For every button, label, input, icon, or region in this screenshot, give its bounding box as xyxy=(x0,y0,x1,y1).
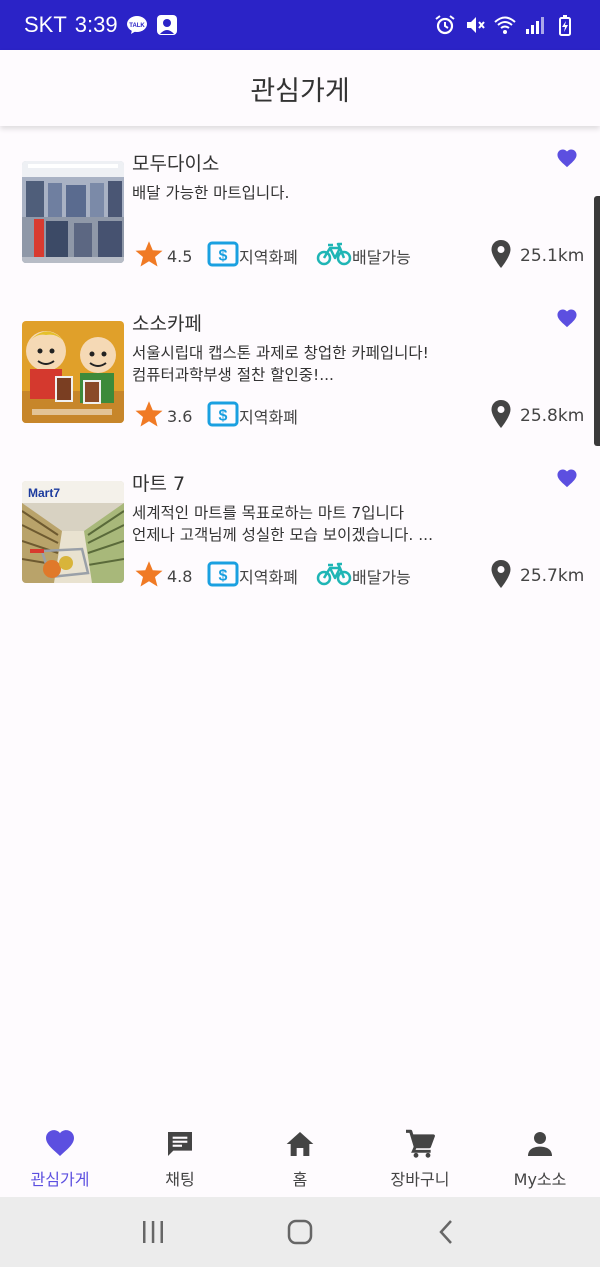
location-pin-icon xyxy=(490,239,512,273)
delivery-badge: 배달가능 xyxy=(316,239,411,273)
nav-home[interactable]: 홈 xyxy=(240,1120,360,1197)
store-description: 세계적인 마트를 목표로하는 마트 7입니다 언제나 고객님께 성실한 모습 보… xyxy=(132,504,434,544)
kakaotalk-icon: TALK xyxy=(126,14,148,36)
currency-icon: $ xyxy=(207,561,239,591)
home-button-icon[interactable] xyxy=(280,1212,320,1252)
store-name[interactable]: 소소카페 xyxy=(132,309,202,336)
local-currency-label: 지역화폐 xyxy=(239,408,298,427)
rating: 4.5 xyxy=(134,239,192,273)
location-pin-icon xyxy=(490,559,512,593)
star-icon xyxy=(134,559,164,593)
heart-icon xyxy=(44,1128,76,1160)
local-currency-badge: $ 지역화폐 xyxy=(207,239,298,273)
battery-icon xyxy=(554,14,576,36)
rating-value: 4.5 xyxy=(167,246,193,266)
distance: 25.8km xyxy=(490,399,584,433)
star-icon xyxy=(134,239,164,273)
clock: 3:39 xyxy=(74,12,118,37)
nav-favorites[interactable]: 관심가게 xyxy=(0,1120,120,1197)
favorite-store-list: 모두다이소 배달 가능한 마트입니다. 4.5 $ 지역화폐 배달가능 25.1… xyxy=(0,140,600,620)
local-currency-badge: $ 지역화폐 xyxy=(207,399,298,433)
rating: 4.8 xyxy=(134,559,192,593)
favorite-heart-icon[interactable] xyxy=(556,308,578,328)
page-title: 관심가게 xyxy=(250,75,350,107)
favorite-heart-icon[interactable] xyxy=(556,468,578,488)
local-currency-badge: $ 지역화폐 xyxy=(207,559,298,593)
back-icon[interactable] xyxy=(427,1212,467,1252)
store-thumbnail xyxy=(22,321,124,423)
store-meta: 4.5 $ 지역화폐 배달가능 25.1km xyxy=(134,239,584,273)
system-navigation-bar xyxy=(0,1197,600,1267)
svg-text:$: $ xyxy=(219,248,228,265)
svg-text:Mart7: Mart7 xyxy=(28,486,60,500)
rating: 3.6 xyxy=(134,399,192,433)
store-thumbnail: Mart7 xyxy=(22,481,124,583)
home-icon xyxy=(284,1128,316,1160)
nav-label: 관심가게 xyxy=(30,1170,90,1189)
nav-label: My소소 xyxy=(513,1170,567,1189)
distance-value: 25.7km xyxy=(520,566,585,586)
profile-icon xyxy=(156,14,178,36)
bottom-navigation: 관심가게 채팅 홈 장바구니 My소소 xyxy=(0,1120,600,1197)
distance-value: 25.1km xyxy=(520,246,585,266)
store-card[interactable]: 소소카페 서울시립대 캡스톤 과제로 창업한 카페입니다! 컴퓨터과학부생 절찬… xyxy=(0,300,600,460)
store-card[interactable]: 모두다이소 배달 가능한 마트입니다. 4.5 $ 지역화폐 배달가능 25.1… xyxy=(0,140,600,300)
local-currency-label: 지역화폐 xyxy=(239,568,298,587)
nav-label: 홈 xyxy=(292,1170,308,1189)
svg-text:TALK: TALK xyxy=(129,23,145,29)
store-name[interactable]: 마트 7 xyxy=(132,469,185,496)
currency-icon: $ xyxy=(207,241,239,271)
nav-label: 채팅 xyxy=(165,1170,195,1189)
recent-apps-icon[interactable] xyxy=(133,1212,173,1252)
rating-value: 3.6 xyxy=(167,406,193,426)
rating-value: 4.8 xyxy=(167,566,193,586)
currency-icon: $ xyxy=(207,401,239,431)
nav-cart[interactable]: 장바구니 xyxy=(360,1120,480,1197)
distance: 25.7km xyxy=(490,559,584,593)
store-thumbnail xyxy=(22,161,124,263)
store-description: 배달 가능한 마트입니다. xyxy=(132,184,290,202)
svg-text:$: $ xyxy=(219,408,228,425)
store-meta: 4.8 $ 지역화폐 배달가능 25.7km xyxy=(134,559,584,593)
alarm-icon xyxy=(434,14,456,36)
chat-icon xyxy=(164,1128,196,1160)
nav-chat[interactable]: 채팅 xyxy=(120,1120,240,1197)
status-bar: SKT 3:39 TALK xyxy=(0,0,600,50)
store-description: 서울시립대 캡스톤 과제로 창업한 카페입니다! 컴퓨터과학부생 절찬 할인중!… xyxy=(132,344,429,384)
location-pin-icon xyxy=(490,399,512,433)
wifi-icon xyxy=(494,14,516,36)
person-icon xyxy=(524,1128,556,1160)
distance-value: 25.8km xyxy=(520,406,585,426)
app-bar: 관심가게 xyxy=(0,50,600,126)
nav-label: 장바구니 xyxy=(390,1170,450,1189)
store-card[interactable]: Mart7 마트 7 세계적인 마트를 목표로하는 마트 7입니다 언제나 고객… xyxy=(0,460,600,620)
delivery-label: 배달가능 xyxy=(352,568,411,587)
delivery-badge: 배달가능 xyxy=(316,559,411,593)
delivery-label: 배달가능 xyxy=(352,248,411,267)
local-currency-label: 지역화폐 xyxy=(239,248,298,267)
bicycle-icon xyxy=(316,562,352,590)
favorite-heart-icon[interactable] xyxy=(556,148,578,168)
svg-text:$: $ xyxy=(219,568,228,585)
nav-my-soso[interactable]: My소소 xyxy=(480,1120,600,1197)
store-meta: 3.6 $ 지역화폐 25.8km xyxy=(134,399,584,433)
mute-icon xyxy=(464,14,486,36)
carrier-label: SKT xyxy=(24,12,67,37)
distance: 25.1km xyxy=(490,239,584,273)
star-icon xyxy=(134,399,164,433)
store-name[interactable]: 모두다이소 xyxy=(132,149,219,176)
bicycle-icon xyxy=(316,242,352,270)
cart-icon xyxy=(404,1128,436,1160)
signal-icon xyxy=(524,14,546,36)
